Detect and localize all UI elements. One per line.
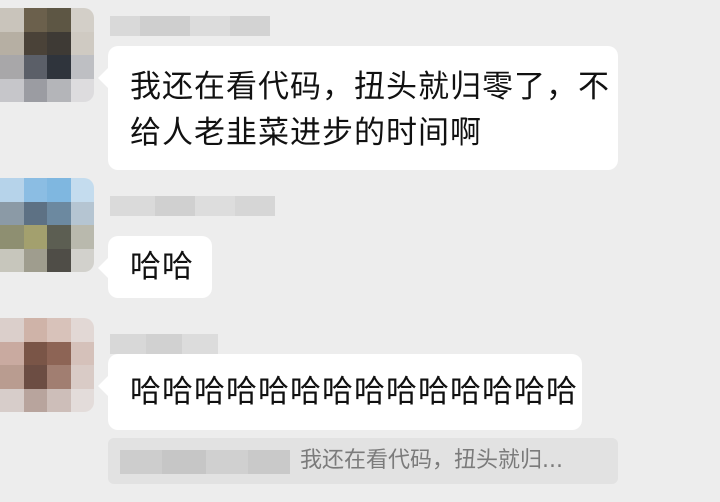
message-text: 我还在看代码，扭头就归零了，不 [130,69,610,105]
quoted-message[interactable]: 我还在看代码，扭头就归... [108,438,618,484]
avatar[interactable] [0,318,94,412]
message-text: 哈哈 [130,249,194,285]
message-bubble[interactable]: 哈哈哈哈哈哈哈哈哈哈哈哈哈哈 [98,354,582,430]
message-bubble[interactable]: 我还在看代码，扭头就归零了，不 给人老韭菜进步的时间啊 [98,46,618,170]
sender-name-redacted [110,16,270,36]
quoted-text: 我还在看代码，扭头就归... [300,448,563,473]
message-text: 给人老韭菜进步的时间啊 [130,115,482,151]
quoted-sender-redacted [120,450,290,474]
sender-name-redacted [110,334,218,354]
message-bubble[interactable]: 哈哈 [98,236,212,298]
avatar[interactable] [0,8,94,102]
message-text: 哈哈哈哈哈哈哈哈哈哈哈哈哈哈 [130,374,578,410]
sender-name-redacted [110,196,275,216]
avatar[interactable] [0,178,94,272]
